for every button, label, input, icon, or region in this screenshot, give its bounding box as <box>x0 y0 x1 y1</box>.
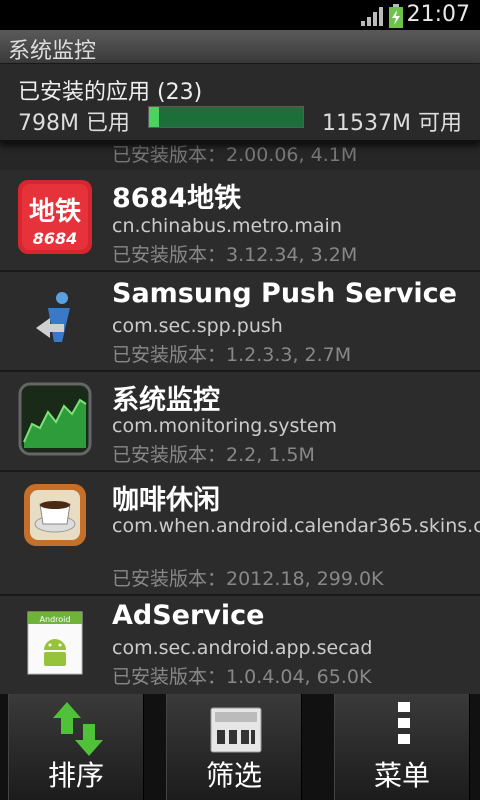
app-name: AdService <box>112 600 265 631</box>
partial-version-text: 已安装版本：2.00.06, 4.1M <box>112 144 358 166</box>
storage-usage-fill <box>149 107 159 127</box>
metro-app-icon: 地铁 8684 <box>18 180 92 254</box>
bottom-action-bar: 排序 筛选 菜单 <box>0 694 480 800</box>
app-package: com.monitoring.system <box>112 415 338 437</box>
sort-label: 排序 <box>47 759 104 792</box>
icon-text: 地铁 <box>29 196 81 227</box>
system-monitor-icon <box>18 382 92 456</box>
sort-arrows-icon <box>53 702 103 756</box>
icon-label: Android <box>40 615 71 624</box>
app-title-bar: 系统监控 <box>0 30 480 64</box>
android-adservice-icon: Android <box>27 611 83 675</box>
storage-summary: 已安装的应用 (23) 798M 已用 11537M 可用 <box>0 64 480 142</box>
app-name: Samsung Push Service <box>112 278 457 309</box>
app-name: 系统监控 <box>112 385 220 416</box>
list-item[interactable]: Android AdService com.sec.android.app.se… <box>0 596 480 694</box>
status-bar: 21:07 <box>0 0 480 30</box>
filter-icon <box>210 707 262 753</box>
menu-label: 菜单 <box>373 759 430 792</box>
list-item[interactable]: Samsung Push Service com.sec.spp.push 已安… <box>0 272 480 372</box>
signal-strength-icon <box>361 7 383 26</box>
sort-button[interactable]: 排序 <box>8 694 144 800</box>
list-item[interactable]: 咖啡休闲 com.when.android.calendar365.skins.… <box>0 472 480 596</box>
app-version: 已安装版本：2012.18, 299.0K <box>112 568 384 590</box>
filter-button[interactable]: 筛选 <box>166 694 302 800</box>
app-package: com.when.android.calendar365.skins.coffe… <box>112 515 480 537</box>
clock: 21:07 <box>406 2 470 27</box>
app-package: cn.chinabus.metro.main <box>112 215 342 237</box>
app-name: 咖啡休闲 <box>112 485 220 516</box>
storage-available: 11537M 可用 <box>322 111 462 136</box>
app-package: com.sec.spp.push <box>112 315 283 337</box>
app-package: com.sec.android.app.secad <box>112 637 373 659</box>
app-name: 8684地铁 <box>112 183 242 214</box>
battery-charging-icon <box>389 4 403 28</box>
icon-subtext: 8684 <box>33 229 78 248</box>
app-version: 已安装版本：3.12.34, 3.2M <box>112 244 358 266</box>
app-title: 系统监控 <box>8 39 97 64</box>
menu-button[interactable]: 菜单 <box>334 694 470 800</box>
installed-apps-count: 已安装的应用 (23) <box>18 80 203 105</box>
coffee-cup-icon <box>24 484 86 546</box>
list-item[interactable]: 地铁 8684 8684地铁 cn.chinabus.metro.main 已安… <box>0 170 480 272</box>
samsung-push-icon <box>36 292 70 342</box>
list-item[interactable]: 系统监控 com.monitoring.system 已安装版本：2.2, 1.… <box>0 372 480 472</box>
app-version: 已安装版本：1.0.4.04, 65.0K <box>112 666 372 688</box>
app-version: 已安装版本：2.2, 1.5M <box>112 444 315 466</box>
app-version: 已安装版本：1.2.3.3, 2.7M <box>112 344 352 366</box>
filter-label: 筛选 <box>205 759 262 792</box>
storage-used: 798M 已用 <box>18 111 130 136</box>
app-list[interactable]: 已安装版本：2.00.06, 4.1M 地铁 8684 8684地铁 cn.ch… <box>0 142 480 694</box>
overflow-menu-icon <box>398 702 410 744</box>
storage-usage-bar <box>148 106 304 128</box>
